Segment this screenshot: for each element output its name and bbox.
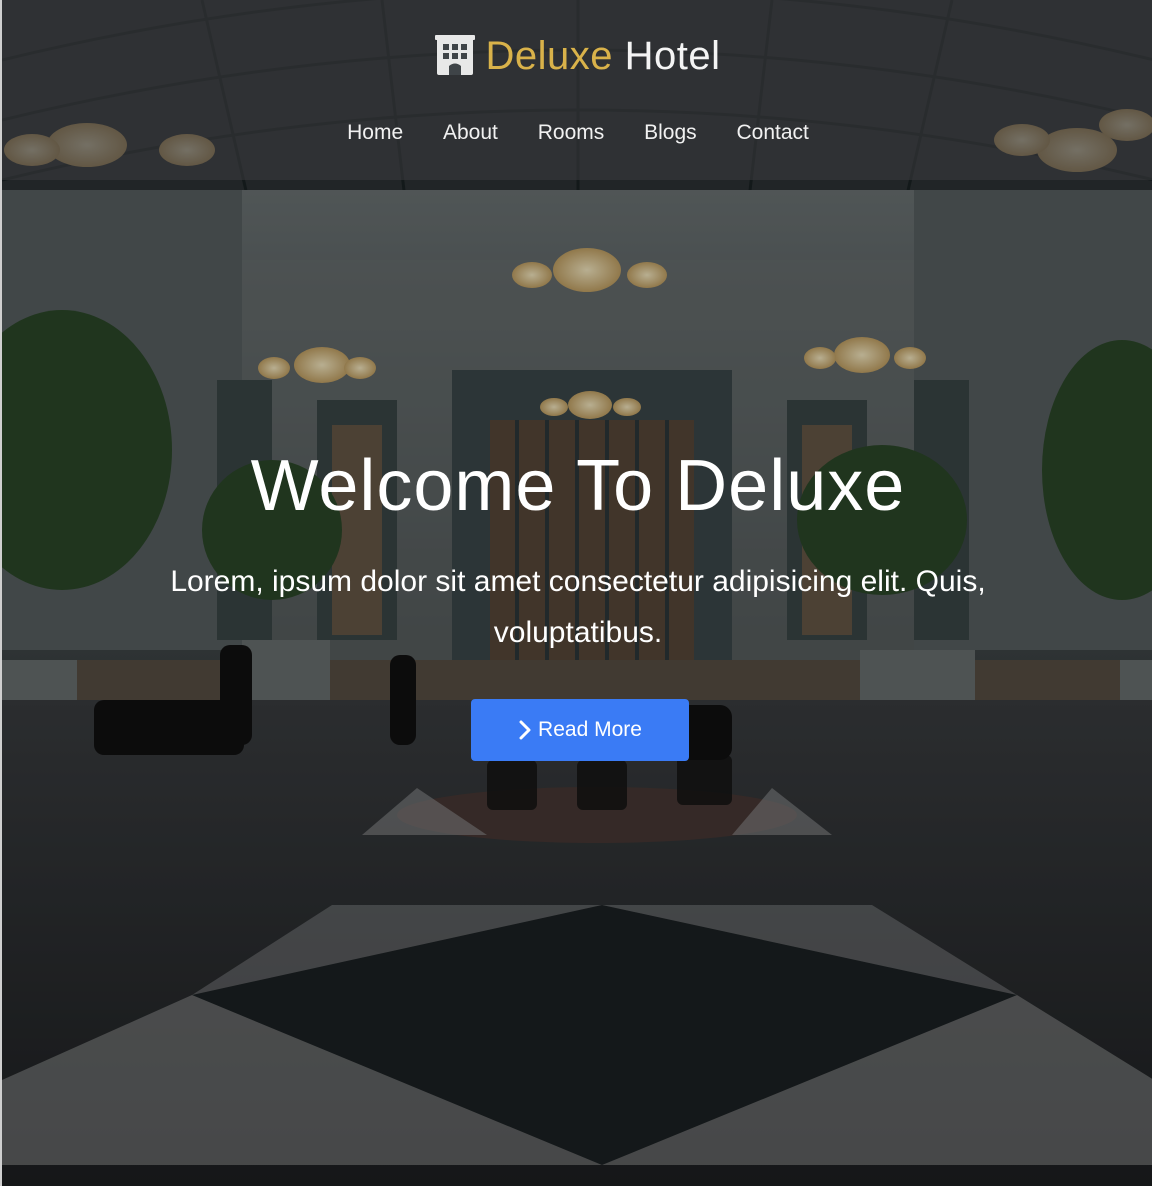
main-nav: Home About Rooms Blogs Contact (2, 116, 1152, 150)
top-navbar: Deluxe Hotel Home About Rooms Blogs Cont… (2, 0, 1152, 180)
hero-title: Welcome To Deluxe (250, 446, 906, 526)
nav-link-about[interactable]: About (443, 121, 498, 144)
read-more-label: Read More (538, 718, 642, 741)
nav-link-contact[interactable]: Contact (736, 121, 808, 144)
hero-section: Deluxe Hotel Home About Rooms Blogs Cont… (0, 0, 1152, 1186)
brand-logo[interactable]: Deluxe Hotel (2, 30, 1152, 82)
hero-subtitle: Lorem, ipsum dolor sit amet consectetur … (170, 565, 986, 649)
brand-accent-word: Deluxe (485, 34, 613, 78)
nav-link-home[interactable]: Home (347, 121, 403, 144)
hotel-building-icon (435, 35, 476, 75)
brand-rest-word: Hotel (613, 34, 721, 78)
chevron-right-icon (519, 720, 531, 740)
nav-link-blogs[interactable]: Blogs (644, 121, 697, 144)
read-more-button[interactable]: Read More (471, 699, 689, 761)
nav-link-rooms[interactable]: Rooms (538, 121, 605, 144)
